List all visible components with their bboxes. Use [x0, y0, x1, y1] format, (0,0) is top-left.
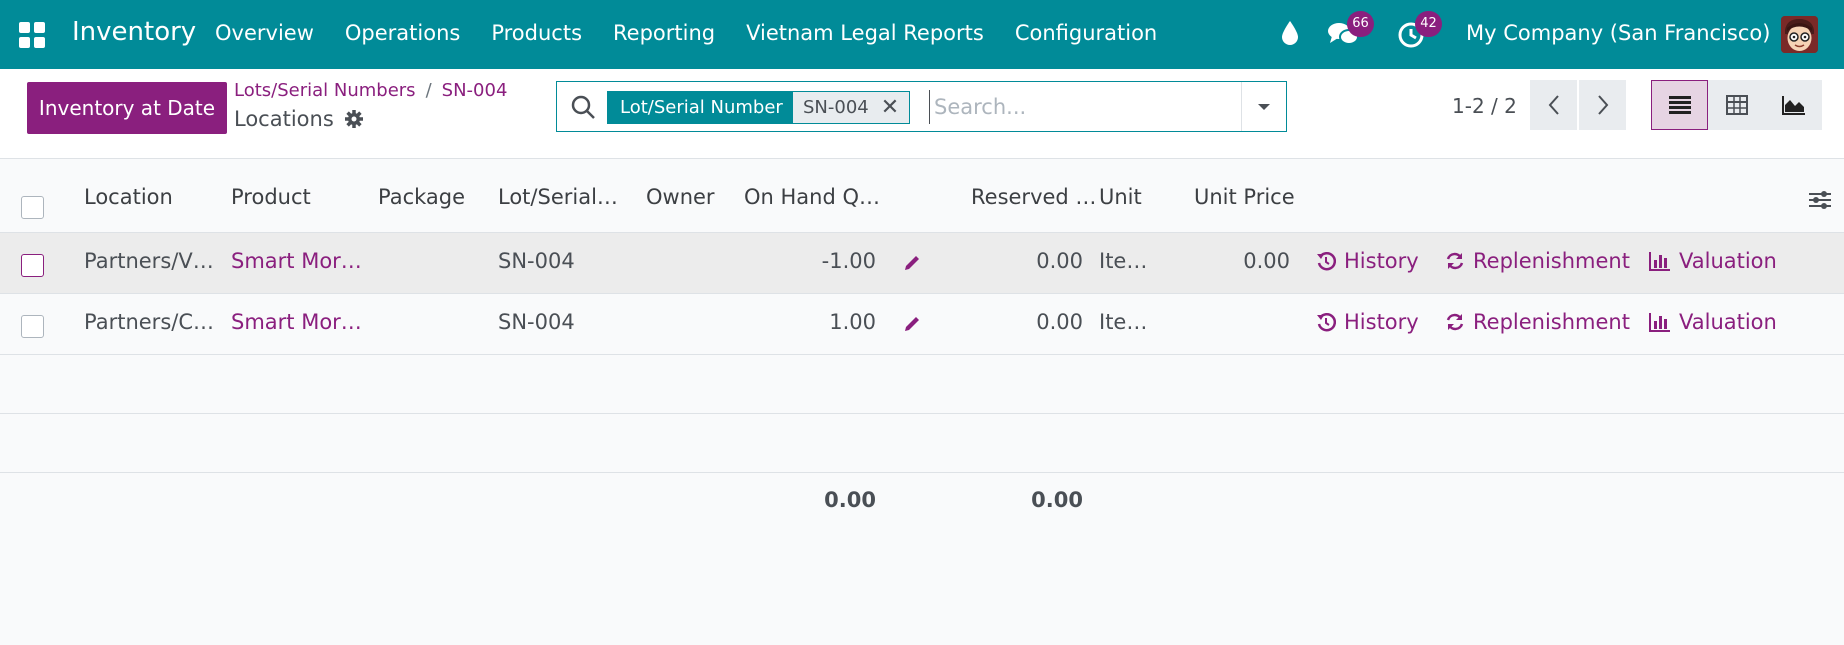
caret-down-icon — [1258, 103, 1270, 110]
pager-value[interactable]: 1-2 / 2 — [1452, 94, 1517, 118]
cell-unit-price: 0.00 — [1243, 249, 1290, 273]
list-icon — [1668, 96, 1691, 114]
breadcrumb-lots-serial-numbers[interactable]: Lots/Serial Numbers — [234, 80, 416, 101]
column-header-lot-serial[interactable]: Lot/Serial… — [498, 185, 618, 209]
menu-item-operations[interactable]: Operations — [345, 21, 460, 45]
cell-location: Partners/C… — [84, 310, 214, 334]
table-row[interactable]: Partners/V… Smart Mor… SN-004 -1.00 0.00… — [0, 233, 1844, 294]
apps-menu-icon[interactable] — [19, 22, 45, 48]
user-avatar[interactable] — [1781, 16, 1818, 53]
menu-item-overview[interactable]: Overview — [215, 21, 314, 45]
empty-row — [0, 414, 1844, 473]
graph-view-button[interactable] — [1765, 80, 1822, 130]
replenishment-label: Replenishment — [1473, 310, 1630, 334]
search-options-toggle[interactable] — [1241, 82, 1286, 131]
cell-on-hand-quantity[interactable]: 1.00 — [760, 310, 876, 334]
list-header: Location Product Package Lot/Serial… Own… — [0, 159, 1844, 233]
search-facet-label: Lot/Serial Number — [607, 91, 796, 124]
search-facet-value: SN-004 — [803, 97, 869, 118]
pager-next-button[interactable] — [1579, 80, 1626, 130]
avatar-face-icon — [1781, 16, 1818, 53]
valuation-label: Valuation — [1679, 310, 1777, 334]
cell-reserved-quantity: 0.00 — [1036, 310, 1083, 334]
gear-icon[interactable] — [344, 109, 364, 129]
menu-item-products[interactable]: Products — [491, 21, 582, 45]
cell-lot-serial: SN-004 — [498, 310, 575, 334]
page-title: Locations — [234, 107, 334, 131]
menu-item-reporting[interactable]: Reporting — [613, 21, 715, 45]
history-button[interactable]: History — [1316, 249, 1419, 273]
total-on-hand-quantity: 0.00 — [824, 488, 876, 512]
control-panel: Inventory at Date Lots/Serial Numbers / SN… — [0, 69, 1844, 159]
pager-previous-button[interactable] — [1530, 80, 1577, 130]
water-drop-icon[interactable] — [1280, 19, 1300, 47]
edit-pencil-icon[interactable] — [902, 314, 922, 334]
valuation-button[interactable]: Valuation — [1649, 249, 1777, 273]
column-header-unit-price[interactable]: Unit Price — [1194, 185, 1295, 209]
cell-lot-serial: SN-004 — [498, 249, 575, 273]
column-header-product[interactable]: Product — [231, 185, 311, 209]
menu-item-configuration[interactable]: Configuration — [1015, 21, 1157, 45]
search-input[interactable] — [929, 90, 1229, 124]
chevron-left-icon — [1548, 95, 1559, 115]
replenishment-label: Replenishment — [1473, 249, 1630, 273]
inventory-at-date-button[interactable]: Inventory at Date — [27, 82, 227, 134]
page-title-row: Locations — [234, 107, 364, 131]
replenishment-button[interactable]: Replenishment — [1445, 249, 1630, 273]
bar-chart-icon — [1649, 252, 1670, 271]
cell-unit: Ite… — [1099, 249, 1148, 273]
pivot-view-button[interactable] — [1708, 80, 1765, 130]
history-label: History — [1344, 310, 1419, 334]
top-navbar: Inventory Overview Operations Products R… — [0, 0, 1844, 69]
column-header-location[interactable]: Location — [84, 185, 173, 209]
activities-count-badge: 42 — [1415, 11, 1442, 37]
breadcrumb: Lots/Serial Numbers / SN-004 — [234, 80, 507, 101]
column-header-unit[interactable]: Unit — [1099, 185, 1142, 209]
cell-product[interactable]: Smart Mor… — [231, 310, 362, 334]
menu-item-vietnam-legal-reports[interactable]: Vietnam Legal Reports — [746, 21, 984, 45]
app-name[interactable]: Inventory — [72, 17, 196, 47]
empty-row — [0, 355, 1844, 414]
optional-columns-sliders-icon[interactable] — [1808, 189, 1832, 211]
history-label: History — [1344, 249, 1419, 273]
chevron-right-icon — [1597, 95, 1608, 115]
table-icon — [1725, 95, 1748, 115]
cell-unit: Ite… — [1099, 310, 1148, 334]
row-checkbox[interactable] — [21, 254, 44, 277]
main-menu: Overview Operations Products Reporting V… — [215, 21, 1188, 45]
area-chart-icon — [1781, 96, 1805, 115]
remove-facet-close-icon[interactable]: ✕ — [881, 92, 899, 123]
refresh-icon — [1446, 252, 1464, 270]
search-facet: SN-004 ✕ — [792, 91, 911, 124]
cell-reserved-quantity: 0.00 — [1036, 249, 1083, 273]
total-reserved-quantity: 0.00 — [1031, 488, 1083, 512]
column-header-reserved-quantity[interactable]: Reserved … — [971, 185, 1096, 209]
list-footer-totals: 0.00 0.00 — [0, 472, 1844, 532]
replenishment-button[interactable]: Replenishment — [1445, 310, 1630, 334]
search-icon[interactable] — [570, 94, 596, 120]
messages-count-badge: 66 — [1347, 11, 1374, 37]
cell-location: Partners/V… — [84, 249, 214, 273]
cell-on-hand-quantity[interactable]: -1.00 — [760, 249, 876, 273]
history-icon — [1317, 313, 1336, 332]
search-bar: Lot/Serial Number SN-004 ✕ — [556, 81, 1287, 132]
select-all-checkbox[interactable] — [21, 196, 44, 219]
valuation-label: Valuation — [1679, 249, 1777, 273]
cell-product[interactable]: Smart Mor… — [231, 249, 362, 273]
list-view-button[interactable] — [1651, 80, 1708, 130]
column-header-package[interactable]: Package — [378, 185, 465, 209]
bar-chart-icon — [1649, 313, 1670, 332]
edit-pencil-icon[interactable] — [902, 253, 922, 273]
breadcrumb-sn-004[interactable]: SN-004 — [442, 80, 508, 101]
column-header-owner[interactable]: Owner — [646, 185, 715, 209]
history-button[interactable]: History — [1316, 310, 1419, 334]
valuation-button[interactable]: Valuation — [1649, 310, 1777, 334]
history-icon — [1317, 252, 1336, 271]
refresh-icon — [1446, 313, 1464, 331]
company-switcher[interactable]: My Company (San Francisco) — [1466, 21, 1770, 45]
column-header-on-hand-quantity[interactable]: On Hand Q… — [744, 185, 880, 209]
row-checkbox[interactable] — [21, 315, 44, 338]
table-row[interactable]: Partners/C… Smart Mor… SN-004 1.00 0.00 … — [0, 294, 1844, 355]
breadcrumb-separator: / — [425, 80, 432, 101]
